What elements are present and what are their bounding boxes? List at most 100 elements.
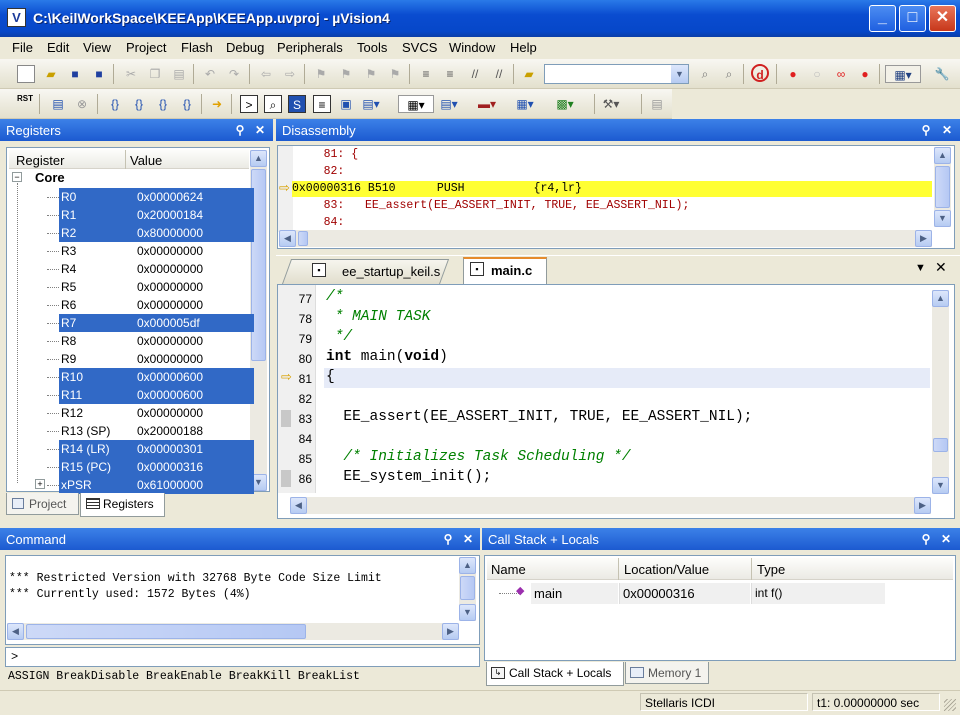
uvision-app-icon[interactable]: V — [7, 8, 26, 27]
col-name[interactable]: Name — [491, 562, 526, 577]
close-icon[interactable]: ✕ — [460, 531, 476, 547]
command-window-icon[interactable]: > — [240, 95, 258, 113]
new-file-icon[interactable] — [17, 65, 35, 83]
enable-breakpoint-icon[interactable]: ○ — [808, 65, 826, 83]
menu-flash[interactable]: Flash — [181, 40, 213, 55]
scroll-thumb[interactable] — [460, 576, 475, 600]
menu-window[interactable]: Window — [449, 40, 495, 55]
run-to-cursor-icon[interactable]: {} — [178, 95, 196, 113]
disable-all-breakpoints-icon[interactable]: ∞ — [832, 65, 850, 83]
register-row[interactable]: R5 0x00000000 — [17, 278, 254, 296]
step-out-icon[interactable]: {} — [154, 95, 172, 113]
disassembly-line[interactable]: 0x00000316 B510 PUSH {r4,lr} — [292, 182, 582, 198]
register-row[interactable]: R10 0x00000600 — [17, 368, 254, 386]
command-vscroll[interactable]: ▲ ▼ — [459, 557, 476, 621]
table-row[interactable]: ◆ main 0x00000316 int f() — [487, 583, 886, 604]
code-line[interactable]: 78 * MAIN TASK — [280, 308, 930, 328]
col-location[interactable]: Location/Value — [624, 562, 709, 577]
window-layout-dropdown[interactable]: ▦▾ — [885, 65, 921, 83]
close-icon[interactable]: ✕ — [939, 122, 955, 138]
toolbox-icon[interactable]: ⚒▾ — [602, 95, 620, 113]
scroll-thumb[interactable] — [933, 438, 948, 452]
code-line[interactable]: 80 int main(void) — [280, 348, 930, 368]
save-icon[interactable]: ■ — [66, 65, 84, 83]
close-icon[interactable]: ✕ — [938, 531, 954, 547]
scroll-left-arrow[interactable]: ◀ — [7, 623, 24, 640]
pin-icon[interactable]: ⚲ — [440, 531, 456, 547]
call-stack-window-icon[interactable]: ▣ — [337, 95, 355, 113]
menu-file[interactable]: File — [12, 40, 33, 55]
serial-windows-icon[interactable]: ▤▾ — [440, 95, 458, 113]
cut-icon[interactable]: ✂ — [122, 65, 140, 83]
step-into-icon[interactable]: {} — [106, 95, 124, 113]
code-line[interactable]: 86 EE_system_init(); — [280, 468, 930, 488]
menu-help[interactable]: Help — [510, 40, 537, 55]
register-row[interactable]: R0 0x00000624 — [17, 188, 254, 206]
clear-bookmarks-icon[interactable]: ⚑ — [386, 65, 404, 83]
tab-registers[interactable]: Registers — [80, 493, 165, 517]
memory-windows-dropdown[interactable]: ▦▾ — [398, 95, 434, 113]
disassembly-hscroll[interactable]: ◀ ▶ — [279, 230, 932, 247]
register-row[interactable]: R14 (LR) 0x00000301 — [17, 440, 254, 458]
editor-vscroll[interactable]: ▲ ▼ — [932, 290, 949, 494]
kill-all-breakpoints-icon[interactable]: ● — [856, 65, 874, 83]
command-input[interactable]: > — [5, 647, 480, 667]
code-line[interactable]: 82 — [280, 388, 930, 408]
menu-svcs[interactable]: SVCS — [402, 40, 437, 55]
symbols-window-icon[interactable]: S — [288, 95, 306, 113]
code-line[interactable]: 83 EE_assert(EE_ASSERT_INIT, TRUE, EE_AS… — [280, 408, 930, 428]
tab-callstack-locals[interactable]: ↳ Call Stack + Locals — [486, 662, 624, 686]
next-bookmark-icon[interactable]: ⚑ — [362, 65, 380, 83]
scroll-thumb[interactable] — [26, 624, 306, 639]
debug-session-icon[interactable]: d — [751, 64, 769, 82]
collapse-icon[interactable]: − — [12, 172, 22, 182]
redo-icon[interactable]: ↷ — [225, 65, 243, 83]
bookmark-icon[interactable]: ⚑ — [312, 65, 330, 83]
menu-edit[interactable]: Edit — [47, 40, 69, 55]
scroll-down-arrow[interactable]: ▼ — [934, 210, 951, 227]
register-row[interactable]: R8 0x00000000 — [17, 332, 254, 350]
col-type[interactable]: Type — [757, 562, 785, 577]
tab-memory-1[interactable]: Memory 1 — [625, 662, 709, 684]
register-row[interactable]: R3 0x00000000 — [17, 242, 254, 260]
scroll-up-arrow[interactable]: ▲ — [459, 557, 476, 574]
tab-main-c-label[interactable]: main.c — [491, 263, 532, 278]
expand-icon[interactable]: + — [35, 479, 45, 489]
menu-tools[interactable]: Tools — [357, 40, 387, 55]
scroll-thumb[interactable] — [298, 231, 308, 246]
register-row[interactable]: R4 0x00000000 — [17, 260, 254, 278]
comment-icon[interactable]: // — [466, 65, 484, 83]
scroll-right-arrow[interactable]: ▶ — [915, 230, 932, 247]
register-row[interactable]: + xPSR 0x61000000 — [17, 476, 254, 494]
open-folder-icon[interactable]: ▰ — [42, 65, 60, 83]
chevron-down-icon[interactable]: ▼ — [671, 65, 688, 83]
system-viewer-icon[interactable]: ▩▾ — [556, 95, 574, 113]
trace-windows-icon[interactable]: ▦▾ — [516, 95, 534, 113]
code-line[interactable]: 85 /* Initializes Task Scheduling */ — [280, 448, 930, 468]
menu-peripherals[interactable]: Peripherals — [277, 40, 343, 55]
resize-grip-icon[interactable] — [944, 699, 956, 711]
scroll-down-arrow[interactable]: ▼ — [459, 604, 476, 621]
step-over-icon[interactable]: {} — [130, 95, 148, 113]
register-row[interactable]: R13 (SP) 0x20000188 — [17, 422, 254, 440]
register-row[interactable]: R2 0x80000000 — [17, 224, 254, 242]
undo-icon[interactable]: ↶ — [201, 65, 219, 83]
register-row[interactable]: R7 0x000005df — [17, 314, 254, 332]
code-line[interactable]: 79 */ — [280, 328, 930, 348]
save-all-icon[interactable]: ■ — [90, 65, 108, 83]
watch-windows-icon[interactable]: ▤▾ — [362, 95, 380, 113]
analysis-windows-icon[interactable]: ▬▾ — [478, 95, 496, 113]
registers-window-icon[interactable]: ≡ — [313, 95, 331, 113]
prev-bookmark-icon[interactable]: ⚑ — [337, 65, 355, 83]
register-row[interactable]: R6 0x00000000 — [17, 296, 254, 314]
code-line[interactable]: 77 /* — [280, 288, 930, 308]
pin-icon[interactable]: ⚲ — [918, 122, 934, 138]
register-row[interactable]: R9 0x00000000 — [17, 350, 254, 368]
find-in-files-icon[interactable]: ▰ — [520, 65, 538, 83]
disassembly-line[interactable]: 83: EE_assert(EE_ASSERT_INIT, TRUE, EE_A… — [296, 199, 690, 215]
stop-icon[interactable]: ⊗ — [73, 95, 91, 113]
close-tab-icon[interactable]: ✕ — [935, 259, 947, 276]
find-combo[interactable]: ▼ — [544, 64, 689, 84]
scroll-left-arrow[interactable]: ◀ — [279, 230, 296, 247]
disassembly-line[interactable]: 82: — [296, 165, 345, 181]
